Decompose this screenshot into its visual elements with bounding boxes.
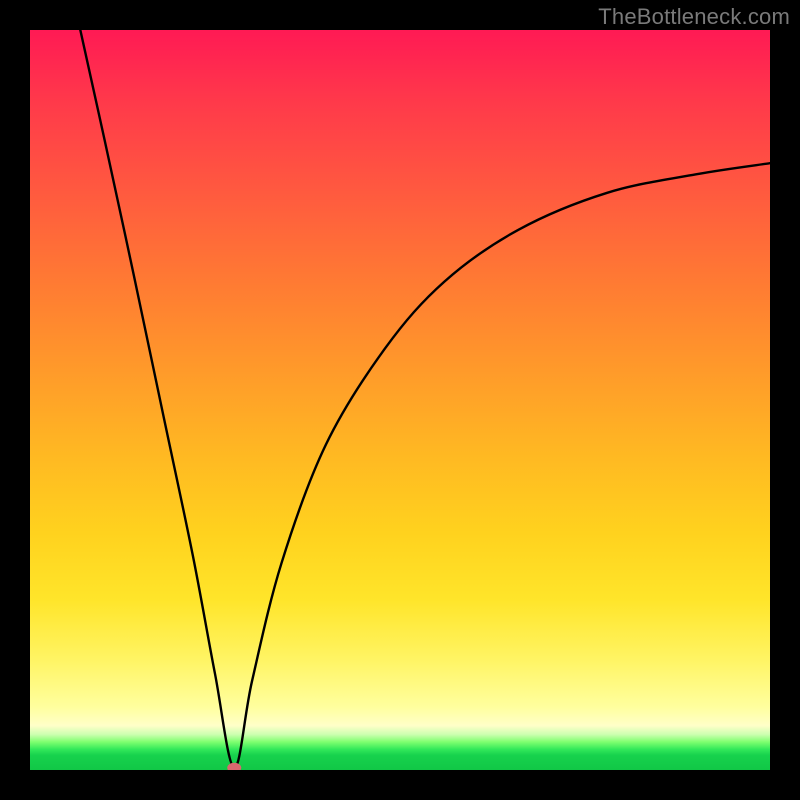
bottleneck-curve xyxy=(30,30,770,770)
minimum-marker xyxy=(227,763,241,770)
chart-frame: TheBottleneck.com xyxy=(0,0,800,800)
plot-area xyxy=(30,30,770,770)
curve-line xyxy=(80,30,770,768)
watermark-text: TheBottleneck.com xyxy=(598,4,790,30)
